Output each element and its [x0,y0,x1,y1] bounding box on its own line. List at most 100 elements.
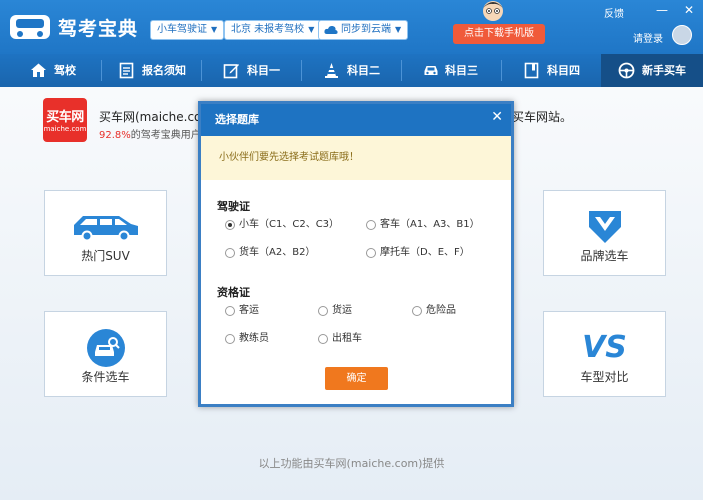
radio-dot [318,306,328,316]
radio-label: 客运 [239,305,259,316]
card-label: 条件选车 [81,370,130,384]
radio-dot [366,248,376,258]
sync-label: 同步到云端 [341,24,391,35]
avatar[interactable] [672,25,692,45]
footer-note: 以上功能由买车网(maiche.com)提供 [258,457,445,470]
radio-dot [318,334,328,344]
qualification-section-title: 资格证 [217,286,250,299]
card-brand[interactable]: 品牌选车 [543,190,666,276]
nav-divider [201,60,202,81]
download-phone-button[interactable]: 点击下载手机版 [453,24,545,44]
brand-v-icon [588,211,621,243]
select-question-bank-dialog: 选择题库 ✕ 小伙伴们要先选择考试题库哦！ 驾驶证 小车（C1、C2、C3） 客… [198,101,514,407]
book-icon [524,62,539,79]
radio-label: 摩托车（D、E、F） [380,247,470,258]
license-type-dropdown[interactable]: 小车驾驶证 ▼ [150,20,225,40]
radio-small-car[interactable]: 小车（C1、C2、C3） [225,218,339,232]
login-link[interactable]: 请登录 [633,30,663,45]
dialog-close-button[interactable]: ✕ [491,104,503,130]
radio-instructor[interactable]: 教练员 [225,332,269,346]
nav-item-driving-school[interactable]: 驾校 [30,54,76,87]
nav-label: 科目四 [547,64,580,77]
radio-taxi[interactable]: 出租车 [318,332,362,346]
radio-bus[interactable]: 客车（A1、A3、B1） [366,218,480,232]
nav-label: 驾校 [54,64,76,77]
suv-icon [73,216,138,242]
maiche-promo-subtitle: 92.8%的驾考宝典用户通 [99,126,211,141]
app-title: 驾考宝典 [58,18,139,40]
maiche-logo-text: 买车网 [46,110,84,125]
traffic-cone-icon [325,63,338,78]
close-window-button[interactable]: ✕ [681,3,697,17]
nav-label: 科目三 [445,64,478,77]
radio-motorcycle[interactable]: 摩托车（D、E、F） [366,246,470,260]
dialog-header: 选择题库 ✕ [201,104,511,136]
vs-icon: VS [582,330,627,365]
chevron-down-icon: ▼ [308,25,315,34]
steering-wheel-icon [618,62,635,79]
nav-divider [101,60,102,81]
maiche-promo-title: 买车网(maiche.com [99,110,214,124]
nav-label: 报名须知 [142,64,186,77]
radio-label: 危险品 [426,305,456,316]
maiche-promo-title-right: 买车网站。 [512,110,573,124]
radio-dot [225,334,235,344]
radio-label: 教练员 [239,333,269,344]
radio-freight[interactable]: 货运 [318,304,352,318]
document-icon [119,62,134,79]
radio-label: 货运 [332,305,352,316]
radio-dot [412,306,422,316]
card-label: 品牌选车 [580,249,629,263]
nav-label: 科目一 [247,64,280,77]
nav-item-buy-car[interactable]: 新手买车 [618,54,686,87]
card-label: 热门SUV [81,249,130,263]
nav-divider [301,60,302,81]
radio-truck[interactable]: 货车（A2、B2） [225,246,315,260]
chevron-down-icon: ▼ [395,25,402,34]
license-type-label: 小车驾驶证 [157,24,207,35]
cloud-icon [324,25,338,34]
feedback-link[interactable]: 反馈 [604,5,624,20]
radio-label: 客车（A1、A3、B1） [380,219,480,230]
radio-label: 小车（C1、C2、C3） [239,219,340,230]
car-icon [424,66,438,75]
card-label: 车型对比 [580,370,629,384]
nav-divider [501,60,502,81]
nav-item-subject-four[interactable]: 科目四 [523,54,580,87]
mascot-icon [483,1,503,21]
radio-dot [225,248,235,258]
card-compare[interactable]: VS 车型对比 [543,311,666,397]
radio-hazardous[interactable]: 危险品 [412,304,456,318]
nav-item-subject-three[interactable]: 科目三 [421,54,478,87]
confirm-button[interactable]: 确定 [325,367,388,390]
radio-passenger-transport[interactable]: 客运 [225,304,259,318]
nav-divider [401,60,402,81]
nav-label: 新手买车 [642,64,686,77]
card-condition[interactable]: 条件选车 [44,311,167,397]
nav-label: 科目二 [347,64,380,77]
dialog-notice: 小伙伴们要先选择考试题库哦！ [201,136,511,180]
car-search-icon [86,329,125,367]
radio-label: 货车（A2、B2） [239,247,316,258]
user-percentage: 92.8% [99,130,131,141]
nav-item-subject-two[interactable]: 科目二 [323,54,380,87]
app-logo-icon [10,15,50,39]
nav-item-subject-one[interactable]: 科目一 [223,54,280,87]
driver-license-section-title: 驾驶证 [217,200,250,213]
chevron-down-icon: ▼ [211,25,218,34]
maiche-logo[interactable]: 买车网 maiche.com [43,98,87,142]
dialog-title: 选择题库 [215,113,259,126]
radio-dot [366,220,376,230]
nav-item-registration[interactable]: 报名须知 [118,54,186,87]
radio-label: 出租车 [332,333,362,344]
location-label: 北京 未报考驾校 [231,24,305,35]
edit-icon [223,64,239,79]
card-hot-suv[interactable]: 热门SUV [44,190,167,276]
location-dropdown[interactable]: 北京 未报考驾校 ▼ [224,20,322,40]
radio-dot [225,306,235,316]
maiche-logo-domain: maiche.com [43,125,87,133]
minimize-button[interactable]: — [654,3,670,17]
sync-dropdown[interactable]: 同步到云端 ▼ [318,20,409,40]
home-icon [31,63,46,77]
radio-dot [225,220,235,230]
